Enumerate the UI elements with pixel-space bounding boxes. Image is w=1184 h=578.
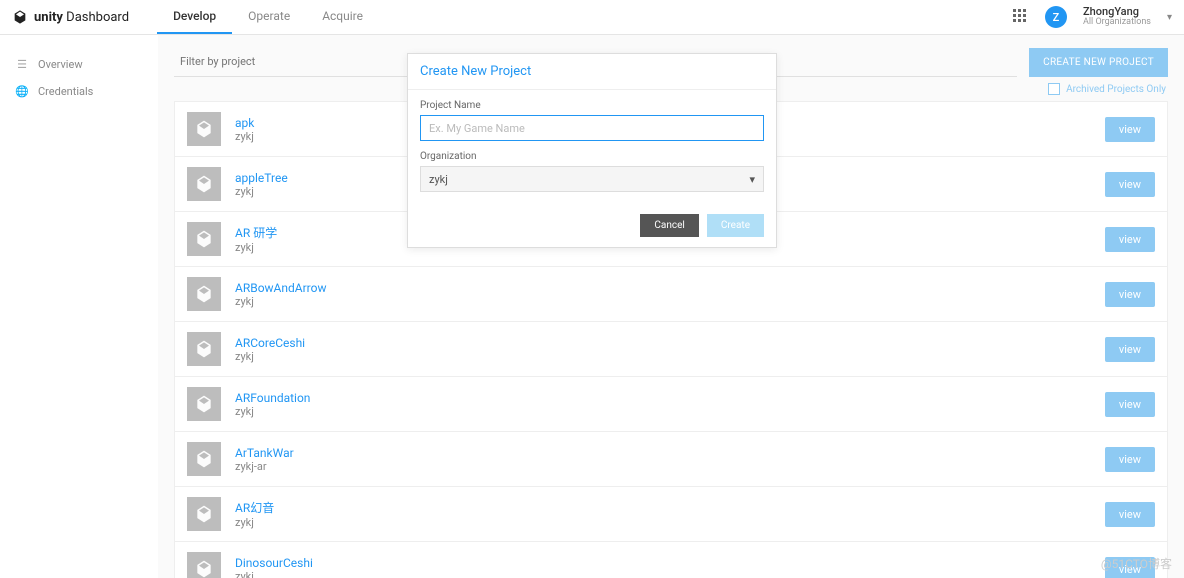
view-button[interactable]: view (1105, 282, 1155, 307)
unity-project-icon (187, 442, 221, 476)
project-name-link[interactable]: ARBowAndArrow (235, 281, 327, 295)
header: unity Dashboard Develop Operate Acquire … (0, 0, 1184, 35)
sidebar: ☰ Overview 🌐 Credentials (0, 35, 158, 578)
create-new-project-button[interactable]: CREATE NEW PROJECT (1029, 48, 1168, 77)
view-button[interactable]: view (1105, 172, 1155, 197)
unity-project-icon (187, 497, 221, 531)
project-name-link[interactable]: ARCoreCeshi (235, 336, 305, 350)
overview-icon: ☰ (16, 59, 28, 71)
header-right: Z ZhongYang All Organizations ▾ (1013, 6, 1172, 28)
project-name-input[interactable] (420, 115, 764, 141)
sidebar-item-credentials[interactable]: 🌐 Credentials (12, 78, 146, 105)
project-org: zykj (235, 185, 288, 198)
project-org: zykj (235, 570, 313, 578)
archived-label: Archived Projects Only (1066, 84, 1166, 95)
unity-project-icon (187, 222, 221, 256)
create-project-modal: Create New Project Project Name Organiza… (407, 53, 777, 248)
modal-title: Create New Project (408, 54, 776, 90)
project-row: DinosourCeshizykj view (174, 542, 1168, 578)
tab-acquire[interactable]: Acquire (306, 0, 379, 34)
organization-label: Organization (420, 151, 764, 162)
avatar[interactable]: Z (1045, 6, 1067, 28)
project-org: zykj (235, 241, 277, 254)
tab-operate[interactable]: Operate (232, 0, 306, 34)
project-name-link[interactable]: apk (235, 116, 254, 130)
user-info[interactable]: ZhongYang All Organizations (1083, 6, 1151, 28)
project-row: ARCoreCeshizykj view (174, 322, 1168, 377)
project-org: zykj (235, 405, 310, 418)
create-button[interactable]: Create (707, 214, 764, 237)
project-org: zykj (235, 516, 274, 529)
project-row: ARFoundationzykj view (174, 377, 1168, 432)
unity-project-icon (187, 112, 221, 146)
cancel-button[interactable]: Cancel (640, 214, 698, 237)
project-org: zykj-ar (235, 460, 294, 473)
project-row: ArTankWarzykj-ar view (174, 432, 1168, 487)
tab-develop[interactable]: Develop (157, 0, 232, 34)
view-button[interactable]: view (1105, 557, 1155, 578)
project-name-link[interactable]: ARFoundation (235, 391, 310, 405)
view-button[interactable]: view (1105, 502, 1155, 527)
sidebar-item-label: Overview (38, 58, 83, 71)
nav-tabs: Develop Operate Acquire (157, 0, 379, 34)
organization-value: zykj (429, 173, 448, 186)
unity-project-icon (187, 167, 221, 201)
globe-icon: 🌐 (16, 86, 28, 98)
unity-project-icon (187, 387, 221, 421)
project-name-link[interactable]: ArTankWar (235, 446, 294, 460)
project-org: zykj (235, 295, 327, 308)
chevron-down-icon: ▾ (749, 173, 755, 186)
brand-text: unity Dashboard (34, 10, 129, 25)
organization-select[interactable]: zykj ▾ (420, 166, 764, 192)
unity-logo-icon (12, 9, 28, 25)
apps-grid-icon[interactable] (1013, 9, 1029, 25)
project-name-link[interactable]: appleTree (235, 171, 288, 185)
logo-area: unity Dashboard (12, 9, 129, 25)
chevron-down-icon[interactable]: ▾ (1167, 12, 1172, 23)
view-button[interactable]: view (1105, 117, 1155, 142)
unity-project-icon (187, 552, 221, 578)
view-button[interactable]: view (1105, 392, 1155, 417)
view-button[interactable]: view (1105, 227, 1155, 252)
archived-checkbox[interactable] (1048, 83, 1060, 95)
project-name-link[interactable]: DinosourCeshi (235, 556, 313, 570)
project-row: AR幻音zykj view (174, 487, 1168, 542)
project-org: zykj (235, 350, 305, 363)
project-name-label: Project Name (420, 100, 764, 111)
unity-project-icon (187, 332, 221, 366)
project-org: zykj (235, 130, 254, 143)
sidebar-item-overview[interactable]: ☰ Overview (12, 51, 146, 78)
project-name-link[interactable]: AR幻音 (235, 499, 274, 516)
project-row: ARBowAndArrowzykj view (174, 267, 1168, 322)
view-button[interactable]: view (1105, 337, 1155, 362)
sidebar-item-label: Credentials (38, 85, 93, 98)
user-org-scope: All Organizations (1083, 18, 1151, 28)
project-name-link[interactable]: AR 研学 (235, 224, 277, 241)
view-button[interactable]: view (1105, 447, 1155, 472)
unity-project-icon (187, 277, 221, 311)
